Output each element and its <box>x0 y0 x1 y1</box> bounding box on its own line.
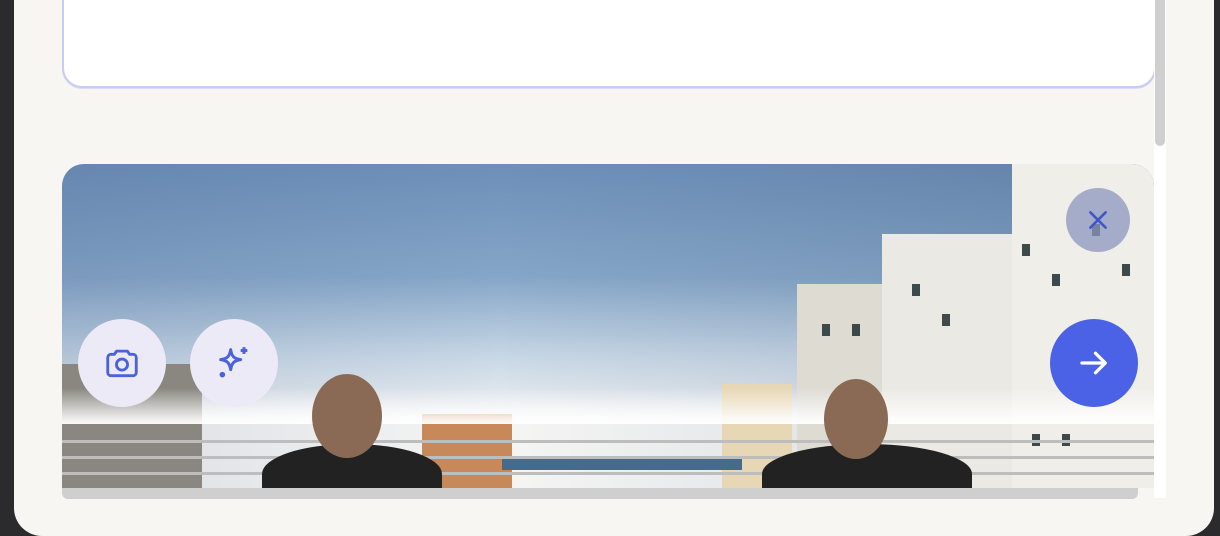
close-icon <box>1085 207 1111 233</box>
photo-window <box>1122 264 1130 276</box>
camera-button[interactable] <box>78 319 166 407</box>
photo-railing <box>62 440 1154 443</box>
vertical-scrollbar-thumb[interactable] <box>1155 0 1165 146</box>
photo-railing <box>62 456 1154 459</box>
ai-enhance-button[interactable] <box>190 319 278 407</box>
camera-icon <box>103 344 141 382</box>
photo-window <box>912 284 920 296</box>
photo-railing <box>62 472 1154 475</box>
photo-window <box>822 324 830 336</box>
horizontal-scrollbar[interactable] <box>62 488 1138 499</box>
prompt-input[interactable] <box>62 0 1156 88</box>
photo-person-head <box>312 374 382 458</box>
sparkle-icon <box>214 343 254 383</box>
photo-window <box>942 314 950 326</box>
photo-window <box>1052 274 1060 286</box>
photo-window <box>1022 244 1030 256</box>
remove-image-button[interactable] <box>1066 188 1130 252</box>
photo-person-head <box>824 379 888 459</box>
photo-window <box>852 324 860 336</box>
arrow-right-icon <box>1076 345 1112 381</box>
send-button[interactable] <box>1050 319 1138 407</box>
